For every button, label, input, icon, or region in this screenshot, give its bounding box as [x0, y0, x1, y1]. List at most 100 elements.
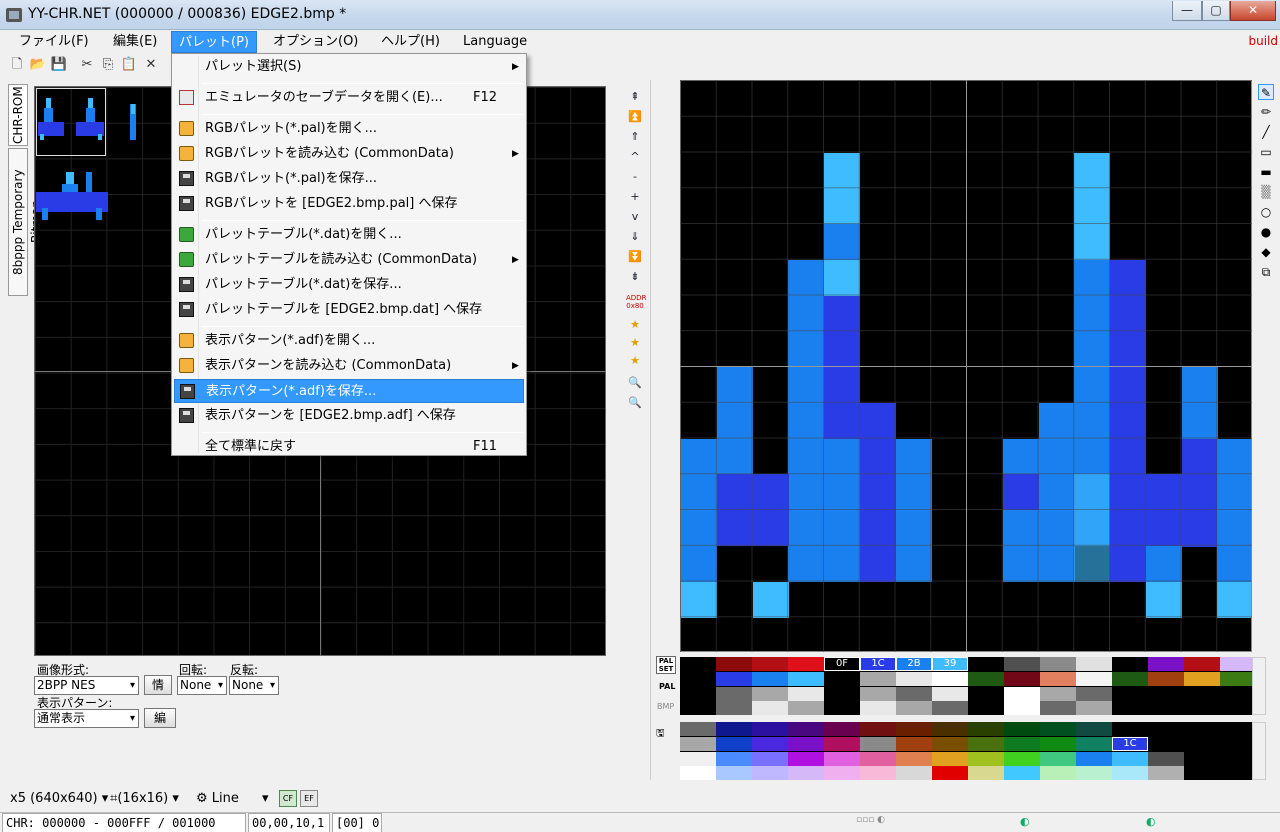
- palette-menu-dropdown: パレット選択(S) ▶ エミュレータのセーブデータを開く(E)... F12 RGBパレ…: [171, 53, 527, 456]
- search-icon[interactable]: 🔍: [626, 374, 644, 392]
- page-up-icon[interactable]: ⇑: [626, 128, 644, 146]
- palette-slot-0[interactable]: 0F: [824, 657, 860, 671]
- nes-color-cursor[interactable]: 1C: [1112, 737, 1148, 751]
- top-icon[interactable]: ⇞: [626, 88, 644, 106]
- menu-edit[interactable]: 編集(E): [106, 31, 164, 53]
- menu-language[interactable]: Language: [456, 31, 534, 53]
- close-window-button[interactable]: ✕: [1230, 1, 1276, 21]
- palette-slot-3[interactable]: 39: [932, 657, 968, 671]
- palette-menu-item[interactable]: 表示パターン(*.adf)を開く...: [174, 329, 524, 353]
- palette-menu-item[interactable]: パレット選択(S) ▶: [174, 55, 524, 79]
- palette-slot-1[interactable]: 1C: [860, 657, 896, 671]
- palette-menu-item[interactable]: パレットテーブル(*.dat)を保存...: [174, 273, 524, 297]
- palette-menu-item[interactable]: RGBパレットを [EDGE2.bmp.pal] へ保存: [174, 192, 524, 216]
- palette-table[interactable]: 0F 1C 2B 39: [680, 657, 1252, 715]
- format-select[interactable]: 2BPP NES: [34, 676, 139, 695]
- palette-menu-item[interactable]: 全て標準に戻す F11: [174, 435, 524, 459]
- rotate-select[interactable]: None: [177, 676, 227, 695]
- line-tool-icon[interactable]: ╱: [1258, 124, 1274, 140]
- fill-bucket-icon[interactable]: ◆: [1258, 244, 1274, 260]
- tile-size-dropdown[interactable]: ⌗(16x16) ▾: [110, 791, 179, 806]
- view-tabs: CHR-ROM 8bppp Temporary Bitmap: [8, 84, 43, 304]
- copy-icon[interactable]: ⎘: [99, 56, 117, 74]
- toolbar: 🗋 📂 💾 ✂ ⎘ 📋 ✕: [0, 54, 170, 76]
- palette-menu-item[interactable]: パレットテーブルを読み込む (CommonData) ▶: [174, 248, 524, 272]
- page-down-icon[interactable]: ⇓: [626, 228, 644, 246]
- nes-color-palette[interactable]: 1C: [680, 722, 1252, 780]
- menu-item-label: パレットテーブル(*.dat)を開く...: [205, 227, 402, 242]
- save-icon: [179, 408, 194, 423]
- pattern-rectangle-icon[interactable]: ▒: [1258, 184, 1274, 200]
- emulator-icon: [179, 90, 194, 105]
- pattern-select[interactable]: 通常表示: [34, 709, 139, 728]
- tab-chr-rom[interactable]: CHR-ROM: [8, 84, 28, 146]
- cut-icon[interactable]: ✂: [78, 56, 96, 74]
- view-status-bar: x5 (640x640) ▾ ⌗(16x16) ▾ ⚙ Line ▾ CF EF: [0, 788, 1280, 810]
- circle-icon[interactable]: ○: [1258, 204, 1274, 220]
- status-bar: CHR: 000000 - 000FFF / 001000 00,00,10,1…: [0, 812, 1280, 832]
- filled-circle-icon[interactable]: ●: [1258, 224, 1274, 240]
- chr-range-status: CHR: 000000 - 000FFF / 001000: [2, 813, 246, 832]
- minimize-button[interactable]: —: [1172, 1, 1202, 21]
- menu-item-label: パレットテーブルを [EDGE2.bmp.dat] へ保存: [205, 302, 483, 317]
- bookmark-add-icon[interactable]: ★: [626, 316, 644, 334]
- palette-menu-item[interactable]: パレットテーブルを [EDGE2.bmp.dat] へ保存: [174, 298, 524, 322]
- paste-icon[interactable]: 📋: [120, 56, 138, 74]
- plus-icon[interactable]: +: [626, 188, 644, 206]
- submenu-arrow-icon: ▶: [512, 361, 519, 371]
- pal-set-button[interactable]: PAL SET: [656, 656, 676, 674]
- palette-menu-item[interactable]: RGBパレットを読み込む (CommonData) ▶: [174, 142, 524, 166]
- menu-item-label: RGBパレットを [EDGE2.bmp.pal] へ保存: [205, 196, 458, 211]
- zoom-dropdown[interactable]: x5 (640x640) ▾: [10, 791, 108, 806]
- panel-divider: [650, 80, 651, 780]
- close-icon[interactable]: ✕: [142, 56, 160, 74]
- filled-rectangle-icon[interactable]: ▬: [1258, 164, 1274, 180]
- menu-options[interactable]: オプション(O): [266, 31, 365, 53]
- bottom-icon[interactable]: ⇟: [626, 268, 644, 286]
- palette-menu-item[interactable]: RGBパレット(*.pal)を開く...: [174, 117, 524, 141]
- minus-icon[interactable]: -: [626, 168, 644, 186]
- bmp-grid-toggle-icon[interactable]: EF: [300, 790, 318, 807]
- pencil-icon[interactable]: ✏: [1258, 104, 1274, 120]
- pal-label: PAL: [659, 682, 676, 691]
- page-down-fast-icon[interactable]: ⏬: [626, 248, 644, 266]
- menu-help[interactable]: ヘルプ(H): [374, 31, 447, 53]
- edit-pattern-button[interactable]: 編: [144, 708, 176, 728]
- bookmark-next-icon[interactable]: ★: [626, 352, 644, 370]
- menu-palette[interactable]: パレット(P): [171, 31, 257, 53]
- palette-menu-item[interactable]: RGBパレット(*.pal)を保存...: [174, 167, 524, 191]
- open-folder-icon: [179, 121, 194, 136]
- chr-grid-toggle-icon[interactable]: CF: [279, 790, 297, 807]
- palette-menu-item[interactable]: パレットテーブル(*.dat)を開く...: [174, 223, 524, 247]
- palette-table-scrollbar[interactable]: [1252, 657, 1266, 715]
- page-up-fast-icon[interactable]: ⏫: [626, 108, 644, 126]
- tool-dropdown[interactable]: ⚙ Line ▾: [196, 791, 276, 806]
- rectangle-icon[interactable]: ▭: [1258, 144, 1274, 160]
- search-next-icon[interactable]: 🔍: [626, 394, 644, 412]
- maximize-button[interactable]: ▢: [1202, 1, 1230, 21]
- gear-icon: ⚙: [196, 791, 208, 806]
- palette-menu-item[interactable]: 表示パターンを [EDGE2.bmp.adf] へ保存: [174, 404, 524, 428]
- emulator-palette-icon[interactable]: 🖫: [656, 726, 672, 740]
- info-button[interactable]: 情: [144, 675, 172, 695]
- menu-item-shortcut: F11: [473, 439, 498, 454]
- flip-select[interactable]: None: [229, 676, 279, 695]
- palette-slot-2[interactable]: 2B: [896, 657, 932, 671]
- tab-temporary-bitmap[interactable]: 8bppp Temporary Bitmap: [8, 148, 43, 296]
- save-icon[interactable]: 💾: [50, 56, 68, 74]
- copy-tool-icon[interactable]: ⧉: [1258, 264, 1274, 280]
- chr-scrollbar[interactable]: [606, 86, 620, 656]
- palette-menu-item[interactable]: エミュレータのセーブデータを開く(E)... F12: [174, 86, 524, 110]
- menu-file[interactable]: ファイル(F): [12, 31, 96, 53]
- palette-menu-item[interactable]: 表示パターン(*.adf)を保存...: [174, 379, 524, 403]
- bookmark-prev-icon[interactable]: ★: [626, 334, 644, 352]
- pen-icon[interactable]: ✎: [1258, 84, 1274, 100]
- menu-item-label: パレットテーブル(*.dat)を保存...: [205, 277, 402, 292]
- new-icon[interactable]: 🗋: [8, 56, 26, 74]
- address-icon[interactable]: ADDR 0x80: [626, 294, 646, 312]
- palette-menu-item[interactable]: 表示パターンを読み込む (CommonData) ▶: [174, 354, 524, 378]
- nes-palette-scrollbar[interactable]: [1252, 722, 1266, 780]
- open-icon[interactable]: 📂: [29, 56, 47, 74]
- line-up-icon[interactable]: ^: [626, 148, 644, 166]
- line-down-icon[interactable]: v: [626, 208, 644, 226]
